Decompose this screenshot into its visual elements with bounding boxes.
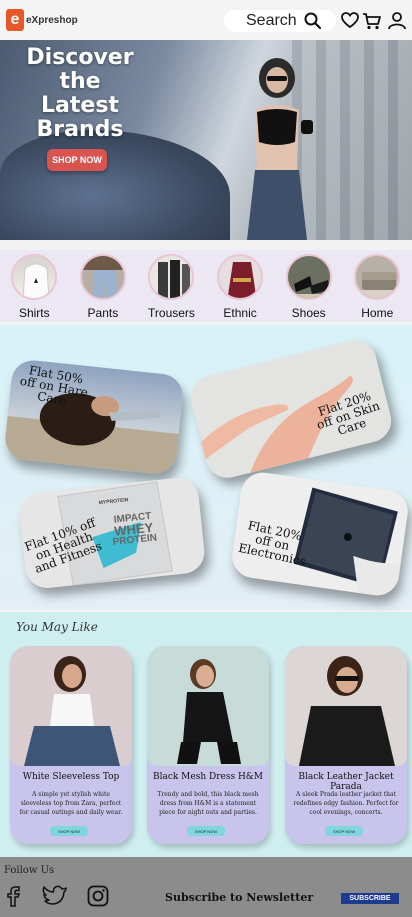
category-shoes[interactable]: Shoes bbox=[274, 250, 343, 322]
hero-title: Discover the Latest Brands bbox=[26, 45, 134, 142]
you-may-like-section: You May Like White Sleeveless Top A simp… bbox=[0, 612, 412, 857]
category-home[interactable]: Home bbox=[343, 250, 412, 322]
offer-card-hair-care[interactable]: Flat 50% off on Hare Care bbox=[3, 358, 185, 476]
product-description: A simple yet stylish white sleeveless to… bbox=[19, 791, 123, 816]
product-description: Trendy and bold, this black mesh dress f… bbox=[157, 791, 259, 816]
product-image bbox=[285, 646, 407, 766]
category-pants[interactable]: Pants bbox=[69, 250, 138, 322]
logo-icon: e bbox=[6, 9, 24, 31]
offers-section: Flat 50% off on Hare Care Flat 20% off o… bbox=[0, 325, 412, 610]
logo-text: eXpreshop bbox=[26, 14, 78, 26]
category-pants-image bbox=[79, 254, 126, 300]
product-name: White Sleeveless Top bbox=[22, 772, 120, 782]
product-image bbox=[10, 646, 132, 766]
cart-icon[interactable] bbox=[362, 12, 382, 30]
follow-us-label: Follow Us bbox=[4, 865, 55, 876]
category-strip: Shirts Pants Trousers Ethnic Shoes Home bbox=[0, 250, 412, 322]
category-label: Ethnic bbox=[223, 306, 257, 320]
category-label: Shoes bbox=[291, 306, 326, 320]
footer: Follow Us Subscribe to Newsletter SUBSCR… bbox=[0, 857, 412, 917]
product-description: A sleek Prada leather jacket that redefi… bbox=[293, 791, 399, 816]
category-ethnic-image bbox=[217, 254, 264, 300]
subscribe-button[interactable]: SUBSCRIBE bbox=[341, 893, 399, 904]
category-ethnic[interactable]: Ethnic bbox=[206, 250, 275, 322]
offer-card-health-fitness[interactable]: MYPROTEIN IMPACT WHEY PROTEIN Flat 10% o… bbox=[17, 475, 207, 591]
product-shop-now-button[interactable]: SHOP NOW bbox=[325, 826, 363, 836]
hero-model-image bbox=[247, 58, 313, 240]
category-home-image bbox=[354, 254, 401, 300]
product-shop-now-button[interactable]: SHOP NOW bbox=[50, 826, 88, 836]
product-image bbox=[147, 646, 269, 766]
search-placeholder: Search bbox=[246, 12, 297, 29]
offer-card-skin-care[interactable]: Flat 20% off on Skin Care bbox=[186, 335, 396, 483]
product-card[interactable]: White Sleeveless Top A simple yet stylis… bbox=[10, 646, 132, 844]
instagram-icon[interactable] bbox=[87, 885, 109, 907]
category-shoes-image bbox=[285, 254, 332, 300]
you-may-like-title: You May Like bbox=[16, 620, 98, 634]
twitter-icon[interactable] bbox=[42, 885, 68, 907]
product-card[interactable]: Black Leather Jacket Parada A sleek Prad… bbox=[285, 646, 407, 844]
category-trousers-image bbox=[148, 254, 195, 300]
user-icon[interactable] bbox=[388, 12, 406, 30]
search-input[interactable]: Search bbox=[224, 10, 336, 32]
product-name: Black Leather Jacket Parada bbox=[298, 772, 394, 792]
category-label: Trousers bbox=[148, 306, 195, 320]
category-trousers[interactable]: Trousers bbox=[137, 250, 206, 322]
top-bar: e eXpreshop Search bbox=[0, 0, 412, 40]
offer-card-electronics[interactable]: Flat 20% off on Electronics bbox=[229, 469, 411, 599]
product-card[interactable]: Black Mesh Dress H&M Trendy and bold, th… bbox=[147, 646, 269, 844]
facebook-icon[interactable] bbox=[6, 885, 24, 907]
search-icon[interactable] bbox=[304, 12, 322, 30]
category-shirts-image bbox=[11, 254, 58, 300]
hero-denim-jacket bbox=[0, 130, 230, 240]
category-label: Pants bbox=[87, 306, 119, 320]
category-label: Home bbox=[361, 306, 394, 320]
hero-shop-now-button[interactable]: SHOP NOW bbox=[47, 149, 107, 171]
offer-whey-label: IMPACT WHEY PROTEIN bbox=[104, 510, 163, 549]
category-shirts[interactable]: Shirts bbox=[0, 250, 69, 322]
category-label: Shirts bbox=[18, 306, 50, 320]
product-name: Black Mesh Dress H&M bbox=[152, 772, 264, 782]
subscribe-label: Subscribe to Newsletter bbox=[165, 891, 314, 904]
hero-banner: Discover the Latest Brands SHOP NOW bbox=[0, 40, 412, 240]
product-shop-now-button[interactable]: SHOP NOW bbox=[187, 826, 225, 836]
heart-icon[interactable] bbox=[341, 12, 359, 29]
logo[interactable]: e eXpreshop bbox=[6, 9, 78, 31]
